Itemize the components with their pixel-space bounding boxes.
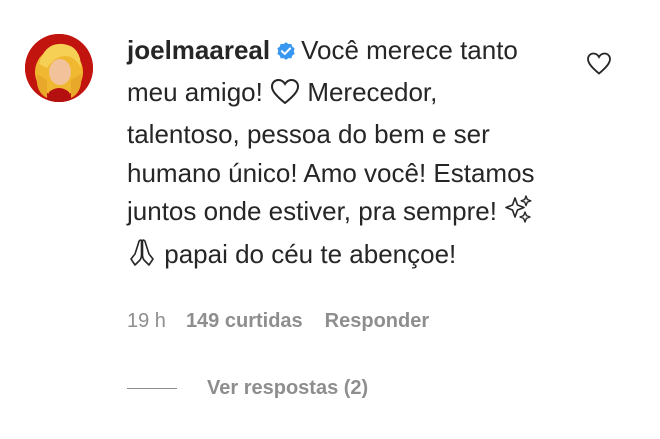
- comment-text-part3: papai do céu te abençoe!: [164, 238, 457, 269]
- sparkles-emoji-icon: [504, 194, 534, 235]
- replies-divider: [127, 387, 177, 389]
- avatar[interactable]: [25, 34, 93, 102]
- folded-hands-emoji-icon: [127, 237, 157, 278]
- avatar-image: [25, 34, 93, 102]
- view-replies-row[interactable]: Ver respostas (2): [127, 374, 368, 402]
- likes-count[interactable]: 149 curtidas: [186, 308, 303, 334]
- like-heart-icon[interactable]: [586, 51, 612, 77]
- comment-card: joelmaareal Você merece tanto meu amigo! …: [0, 0, 660, 439]
- view-replies-button[interactable]: Ver respostas (2): [207, 377, 368, 400]
- comment-meta: 19 h 149 curtidas Responder: [127, 308, 429, 334]
- comment-body: joelmaareal Você merece tanto meu amigo! …: [127, 31, 557, 277]
- comment-username[interactable]: joelmaareal: [127, 35, 270, 65]
- heart-emoji-icon: [270, 77, 300, 116]
- comment-timestamp[interactable]: 19 h: [127, 308, 166, 334]
- verified-badge-icon: [275, 34, 297, 73]
- reply-button[interactable]: Responder: [325, 308, 429, 334]
